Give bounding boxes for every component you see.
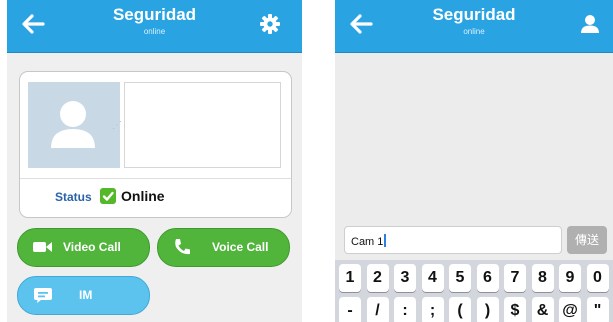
person-icon[interactable] — [579, 13, 601, 35]
keyboard-key[interactable]: 3 — [394, 264, 416, 292]
person-placeholder-icon — [51, 101, 95, 148]
keyboard-key[interactable]: 2 — [366, 264, 389, 292]
keyboard: 1234567890 - /:;() $ & @ " — [335, 260, 613, 322]
chat-bubble-icon — [34, 288, 52, 303]
keyboard-key[interactable]: 5 — [449, 264, 471, 292]
message-input[interactable]: Cam 1 — [344, 226, 562, 254]
keyboard-key[interactable]: ) — [476, 297, 499, 322]
keyboard-key[interactable]: : — [394, 297, 416, 322]
keyboard-key[interactable]: " — [586, 297, 609, 322]
divider — [20, 178, 291, 179]
page-title: Seguridad — [112, 5, 197, 24]
phone-icon — [175, 239, 190, 255]
status-label: Status — [55, 190, 92, 204]
keyboard-key[interactable]: @ — [559, 297, 581, 322]
message-input-text: Cam 1 — [351, 234, 387, 248]
voice-call-label: Voice Call — [212, 240, 269, 254]
keyboard-key[interactable]: 8 — [531, 264, 554, 292]
keyboard-key[interactable]: 7 — [504, 264, 526, 292]
check-icon — [100, 188, 116, 204]
keyboard-key[interactable]: - — [339, 297, 361, 322]
keyboard-key[interactable]: $ — [504, 297, 526, 322]
video-call-button[interactable]: Video Call — [17, 228, 150, 267]
keyboard-key[interactable]: 6 — [476, 264, 499, 292]
chat-screen: Seguridad online Cam 1 傳送 1234567890 - /:… — [335, 0, 613, 322]
avatar — [28, 82, 120, 168]
video-preview — [124, 82, 281, 168]
keyboard-key[interactable]: / — [366, 297, 389, 322]
header-bar: Seguridad online — [335, 0, 613, 53]
video-call-label: Video Call — [63, 240, 121, 254]
video-dots-icon: ⋰ — [112, 120, 122, 131]
header-bar: Seguridad online — [7, 0, 302, 53]
page-subtitle: online — [463, 27, 485, 36]
contact-card: ⋰ Status Online — [19, 71, 292, 218]
contact-detail-screen: Seguridad online ⋰ Status Online Video C… — [7, 0, 302, 322]
im-button[interactable]: IM — [17, 276, 150, 315]
keyboard-key[interactable]: ; — [421, 297, 444, 322]
keyboard-key[interactable]: 4 — [421, 264, 444, 292]
keyboard-key[interactable]: 0 — [586, 264, 609, 292]
page-title: Seguridad — [432, 5, 516, 24]
gear-icon[interactable] — [259, 13, 281, 35]
video-camera-icon — [33, 242, 52, 252]
send-button[interactable]: 傳送 — [567, 226, 607, 254]
keyboard-key[interactable]: 1 — [339, 264, 361, 292]
keyboard-key[interactable]: ( — [449, 297, 471, 322]
keyboard-key[interactable]: & — [531, 297, 554, 322]
page-subtitle: online — [143, 27, 166, 36]
voice-call-button[interactable]: Voice Call — [157, 228, 290, 267]
im-label: IM — [79, 288, 93, 302]
status-value: Online — [121, 188, 165, 204]
keyboard-key[interactable]: 9 — [559, 264, 581, 292]
